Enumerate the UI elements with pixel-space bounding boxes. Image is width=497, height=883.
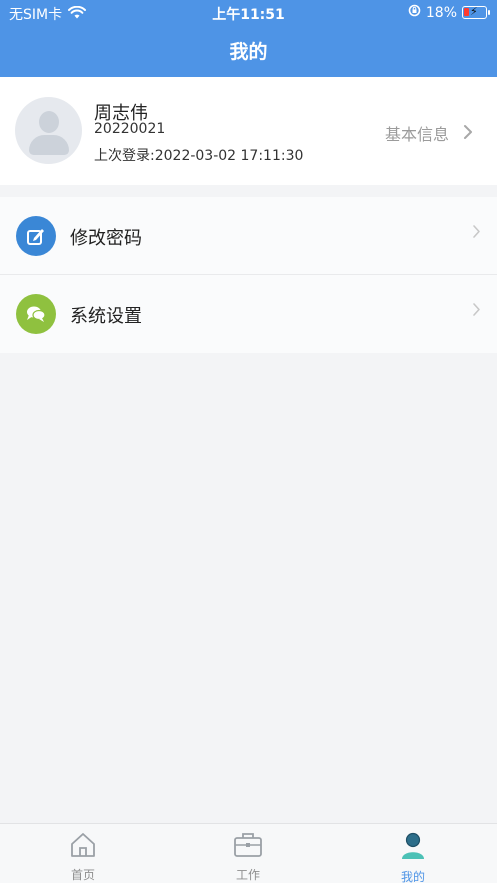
edit-icon [16,216,56,256]
orientation-lock-icon [408,4,421,21]
profile-id: 20220021 [94,121,166,137]
profile-card[interactable]: 周志伟 20220021 上次登录:2022-03-02 17:11:30 基本… [0,77,497,185]
avatar-body [29,135,69,155]
chat-bubble-icon [16,294,56,334]
basic-info-label: 基本信息 [384,125,449,144]
user-icon [399,832,427,864]
tab-work[interactable]: 工作 [208,832,288,883]
menu-label-system-settings: 系统设置 [70,306,142,327]
chevron-right-icon [472,223,481,244]
avatar-head [39,111,59,133]
tab-home[interactable]: 首页 [43,832,123,883]
battery-percent: 18% [425,4,457,21]
tab-label-home: 首页 [70,868,95,882]
tab-label-work: 工作 [235,868,260,882]
bottom-tab-bar: 首页 工作 我的 [0,823,497,883]
avatar [15,97,82,164]
battery-icon: ⚡ [462,5,490,19]
chevron-right-icon [463,123,473,143]
tab-label-mine: 我的 [400,870,425,883]
briefcase-icon [233,833,263,862]
status-bar: 无SIM卡 上午11:51 18% ⚡ [0,0,497,26]
basic-info-link[interactable]: 基本信息 [385,121,473,145]
page-title: 我的 [229,41,268,63]
chevron-right-icon [472,301,481,322]
home-icon [69,833,97,862]
last-login-text: 上次登录:2022-03-02 17:11:30 [94,148,304,164]
menu-item-system-settings[interactable]: 系统设置 [0,275,497,353]
tab-mine[interactable]: 我的 [373,832,453,883]
top-header: 无SIM卡 上午11:51 18% ⚡ 我的 [0,0,497,77]
menu-label-change-password: 修改密码 [70,228,142,249]
menu-item-change-password[interactable]: 修改密码 [0,197,497,275]
